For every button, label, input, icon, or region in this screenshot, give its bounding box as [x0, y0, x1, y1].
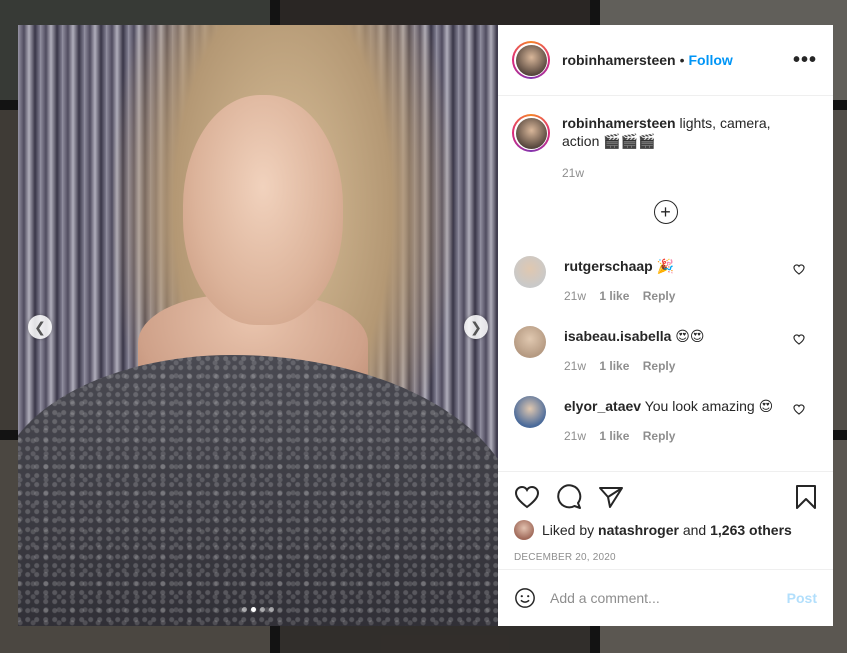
- post-media[interactable]: ❮ ❯: [18, 25, 498, 626]
- commenter-avatar[interactable]: [514, 326, 546, 358]
- more-options-icon[interactable]: •••: [793, 49, 817, 72]
- comment-body: isabeau.isabella 😍😍 21w 1 like Reply: [564, 326, 793, 373]
- commenter-username[interactable]: isabeau.isabella: [564, 328, 671, 344]
- caption-username[interactable]: robinhamersteen: [562, 115, 676, 131]
- load-more-comments-icon[interactable]: +: [653, 200, 678, 224]
- liker-avatar[interactable]: [514, 520, 534, 540]
- next-arrow-icon[interactable]: ❯: [464, 315, 488, 339]
- comment-row: elyor_ataev You look amazing 😍 21w 1 lik…: [498, 396, 833, 466]
- comment-like-heart-icon[interactable]: [793, 264, 805, 275]
- carousel-indicator: [18, 607, 498, 612]
- comment-text: You look amazing 😍: [644, 398, 774, 414]
- author-username[interactable]: robinhamersteen: [562, 52, 676, 68]
- bookmark-icon[interactable]: [795, 484, 817, 510]
- carousel-dot: [242, 607, 247, 612]
- comment-like-heart-icon[interactable]: [793, 404, 805, 415]
- photo-face: [183, 95, 343, 325]
- add-comment-bar: Add a comment... Post: [498, 569, 833, 626]
- separator-dot: •: [679, 52, 685, 68]
- carousel-dot: [269, 607, 274, 612]
- caption-avatar[interactable]: [512, 114, 550, 152]
- comment-meta: 21w 1 like Reply: [564, 429, 793, 443]
- likes-middle: and: [682, 522, 707, 538]
- comment-bubble-icon[interactable]: [556, 484, 582, 510]
- comment-likes[interactable]: 1 like: [599, 429, 629, 443]
- comment-input[interactable]: Add a comment...: [550, 590, 787, 606]
- comment-reply-button[interactable]: Reply: [643, 429, 676, 443]
- comment-time[interactable]: 21w: [564, 359, 586, 373]
- liker-username[interactable]: natashroger: [598, 522, 679, 538]
- commenter-avatar[interactable]: [514, 256, 546, 288]
- comment-reply-button[interactable]: Reply: [643, 289, 676, 303]
- likes-prefix: Liked by: [542, 522, 595, 538]
- comment-row: isabeau.isabella 😍😍 21w 1 like Reply: [498, 326, 833, 396]
- carousel-dot: [260, 607, 265, 612]
- action-icons: [514, 482, 817, 512]
- previous-arrow-icon[interactable]: ❮: [28, 315, 52, 339]
- comment-row: rutgerschaap 🎉 21w 1 like Reply: [498, 256, 833, 326]
- comment-meta: 21w 1 like Reply: [564, 289, 793, 303]
- comment-like-heart-icon[interactable]: [793, 334, 805, 345]
- commenter-avatar[interactable]: [514, 396, 546, 428]
- comment-likes[interactable]: 1 like: [599, 289, 629, 303]
- post-header: robinhamersteen • Follow •••: [498, 25, 833, 96]
- author-avatar[interactable]: [512, 41, 550, 79]
- likes-others-link[interactable]: 1,263 others: [710, 522, 792, 538]
- comment-meta: 21w 1 like Reply: [564, 359, 793, 373]
- caption-timestamp[interactable]: 21w: [562, 164, 792, 182]
- comment-time[interactable]: 21w: [564, 289, 586, 303]
- post-modal: ❮ ❯ robinhamersteen • Follow ••• robinha…: [18, 25, 833, 626]
- share-plane-icon[interactable]: [598, 485, 624, 509]
- comments-list: rutgerschaap 🎉 21w 1 like Reply isabeau.…: [498, 256, 833, 466]
- avatar-image: [515, 44, 547, 76]
- avatar-ring-inner: [514, 116, 548, 150]
- post-comment-button[interactable]: Post: [787, 590, 817, 606]
- comment-body: elyor_ataev You look amazing 😍 21w 1 lik…: [564, 396, 793, 443]
- commenter-username[interactable]: rutgerschaap: [564, 258, 653, 274]
- caption-text-block: robinhamersteen lights, camera, action 🎬…: [562, 114, 792, 182]
- post-caption: robinhamersteen lights, camera, action 🎬…: [498, 96, 833, 182]
- comment-text: 🎉: [656, 258, 675, 274]
- comment-text: 😍😍: [675, 328, 705, 344]
- comment-likes[interactable]: 1 like: [599, 359, 629, 373]
- comment-reply-button[interactable]: Reply: [643, 359, 676, 373]
- post-sidebar: robinhamersteen • Follow ••• robinhamers…: [498, 25, 833, 626]
- like-heart-icon[interactable]: [514, 485, 540, 509]
- comment-body: rutgerschaap 🎉 21w 1 like Reply: [564, 256, 793, 303]
- carousel-dot: [251, 607, 256, 612]
- post-date[interactable]: DECEMBER 20, 2020: [514, 552, 817, 563]
- commenter-username[interactable]: elyor_ataev: [564, 398, 641, 414]
- avatar-ring-inner: [514, 43, 548, 77]
- action-bar: Liked by natashroger and 1,263 others DE…: [498, 471, 833, 563]
- comment-time[interactable]: 21w: [564, 429, 586, 443]
- likes-summary: Liked by natashroger and 1,263 others: [514, 520, 817, 540]
- follow-button[interactable]: Follow: [689, 52, 733, 68]
- emoji-icon[interactable]: [514, 587, 536, 609]
- avatar-image: [515, 117, 547, 149]
